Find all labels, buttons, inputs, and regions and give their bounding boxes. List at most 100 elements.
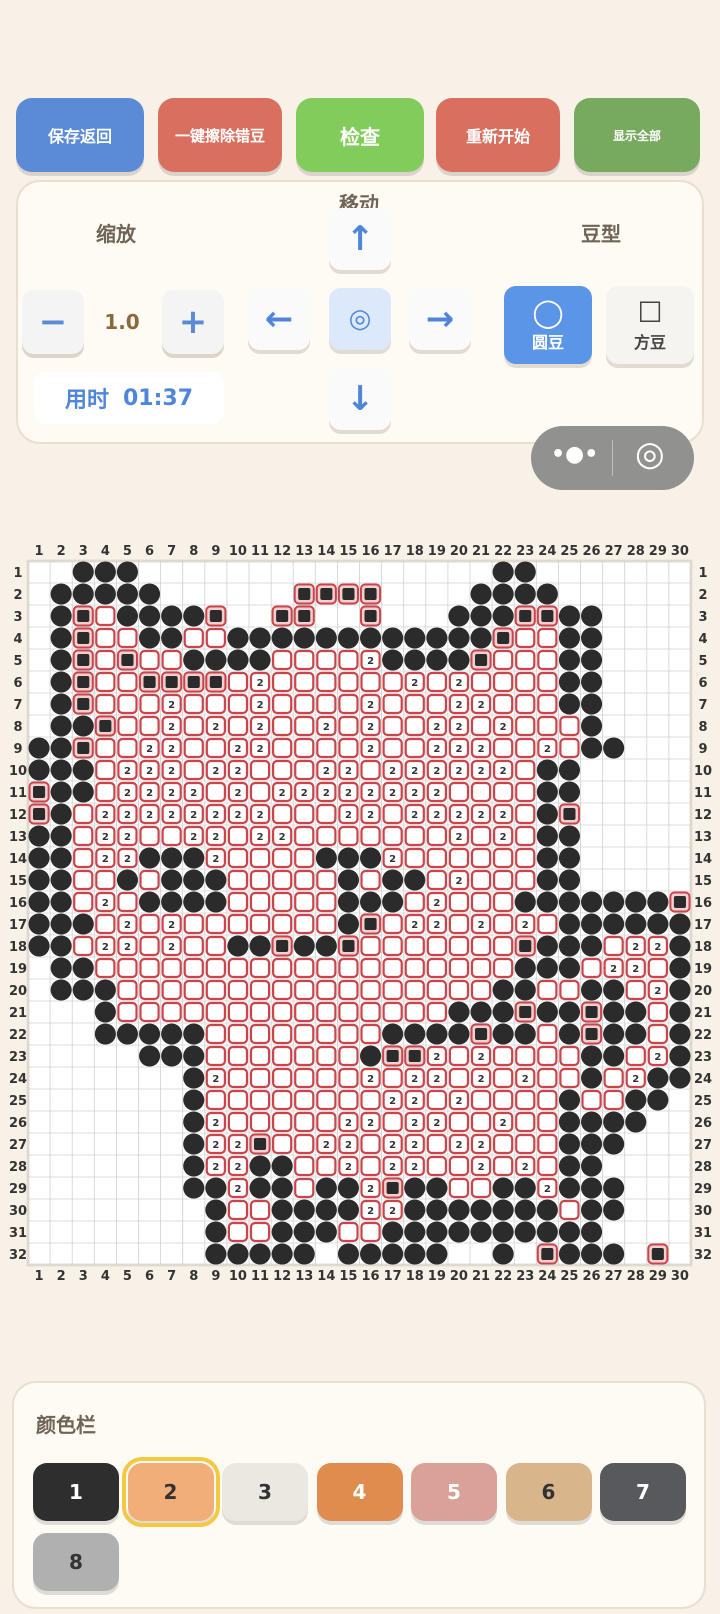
black-bead[interactable] <box>94 583 116 605</box>
black-bead[interactable] <box>161 1023 183 1045</box>
color-2-cell[interactable] <box>294 1177 315 1199</box>
black-bead[interactable] <box>536 803 558 825</box>
black-bead[interactable] <box>669 913 691 935</box>
black-bead[interactable] <box>581 1067 603 1089</box>
color-2-cell[interactable] <box>316 671 337 693</box>
color-2-cell[interactable] <box>316 1023 337 1045</box>
black-bead[interactable] <box>514 1221 536 1243</box>
black-bead[interactable] <box>337 1177 360 1199</box>
black-bead[interactable] <box>448 627 470 649</box>
color-2-cell[interactable] <box>448 1067 470 1089</box>
black-bead[interactable] <box>581 1045 603 1067</box>
color-2-cell[interactable] <box>183 1001 204 1023</box>
color-2-cell[interactable] <box>117 891 138 913</box>
black-bead[interactable] <box>28 737 50 759</box>
color-2-cell[interactable] <box>426 847 447 869</box>
color-2-cell[interactable] <box>294 957 315 979</box>
color-2-cell[interactable] <box>272 1023 293 1045</box>
color-2-cell[interactable] <box>426 1001 447 1023</box>
color-2-cell[interactable] <box>382 1067 403 1089</box>
color-2-cell[interactable] <box>227 1067 249 1089</box>
color-2-cell[interactable] <box>117 979 138 1001</box>
black-bead[interactable] <box>28 891 50 913</box>
color-2-cell[interactable] <box>95 759 116 781</box>
color-2-cell[interactable] <box>249 1089 271 1111</box>
black-bead[interactable] <box>603 1243 625 1265</box>
black-bead[interactable] <box>625 1023 647 1045</box>
color-2-cell[interactable] <box>382 803 403 825</box>
color-2-cell[interactable] <box>272 1001 293 1023</box>
color-2-cell[interactable] <box>205 935 227 957</box>
color-2-cell[interactable] <box>294 1111 315 1133</box>
black-bead[interactable] <box>161 627 183 649</box>
color-2-cell[interactable] <box>272 979 293 1001</box>
color-2-cell[interactable] <box>205 1089 227 1111</box>
black-bead[interactable] <box>50 935 72 957</box>
color-2-cell[interactable] <box>515 1045 536 1067</box>
black-bead[interactable] <box>382 869 404 891</box>
black-bead[interactable] <box>227 627 249 649</box>
black-bead[interactable] <box>581 605 603 627</box>
black-bead[interactable] <box>139 583 161 605</box>
move-right-button[interactable]: → <box>409 288 471 350</box>
black-bead[interactable] <box>28 913 50 935</box>
black-bead[interactable] <box>271 1199 293 1221</box>
color-2-cell[interactable] <box>603 1089 624 1111</box>
black-bead[interactable] <box>558 627 580 649</box>
color-2-cell[interactable] <box>117 957 138 979</box>
color-2-cell[interactable] <box>426 1089 447 1111</box>
color-2-cell[interactable] <box>272 847 293 869</box>
black-bead[interactable] <box>249 1155 271 1177</box>
color-2-cell[interactable] <box>493 1045 514 1067</box>
black-bead[interactable] <box>558 1111 580 1133</box>
black-bead[interactable] <box>625 1001 647 1023</box>
black-bead[interactable] <box>28 869 50 891</box>
black-bead[interactable] <box>360 627 382 649</box>
black-bead[interactable] <box>72 715 94 737</box>
black-bead[interactable] <box>183 847 205 869</box>
color-2-cell[interactable] <box>537 1111 558 1133</box>
black-bead[interactable] <box>581 1155 603 1177</box>
color-2-cell[interactable] <box>493 891 514 913</box>
black-bead[interactable] <box>492 605 514 627</box>
black-bead[interactable] <box>50 913 72 935</box>
erase-wrong-beans-button[interactable]: 一键擦除错豆 <box>158 98 282 172</box>
color-2-cell[interactable] <box>603 935 624 957</box>
color-2-cell[interactable] <box>316 737 337 759</box>
palette-color-8[interactable]: 8 <box>33 1533 119 1591</box>
black-bead[interactable] <box>536 1199 558 1221</box>
black-bead[interactable] <box>603 1023 625 1045</box>
color-2-cell[interactable] <box>448 935 470 957</box>
black-bead[interactable] <box>404 1221 426 1243</box>
color-2-cell[interactable] <box>249 1199 271 1221</box>
black-bead[interactable] <box>337 869 360 891</box>
black-bead[interactable] <box>603 913 625 935</box>
color-2-cell[interactable] <box>404 847 425 869</box>
color-2-cell[interactable] <box>117 693 138 715</box>
color-2-cell[interactable] <box>448 847 470 869</box>
black-bead[interactable] <box>227 1243 249 1265</box>
black-bead[interactable] <box>492 583 514 605</box>
black-bead[interactable] <box>404 1243 426 1265</box>
black-bead[interactable] <box>558 693 580 715</box>
black-bead[interactable] <box>558 671 580 693</box>
color-2-cell[interactable] <box>316 649 337 671</box>
black-bead[interactable] <box>492 1023 514 1045</box>
color-2-cell[interactable] <box>316 1155 337 1177</box>
black-bead[interactable] <box>647 1089 669 1111</box>
black-bead[interactable] <box>382 627 404 649</box>
color-2-cell[interactable] <box>227 1199 249 1221</box>
black-bead[interactable] <box>72 759 94 781</box>
black-bead[interactable] <box>315 847 337 869</box>
black-bead[interactable] <box>581 1221 603 1243</box>
color-2-cell[interactable] <box>294 649 315 671</box>
black-bead[interactable] <box>227 935 249 957</box>
color-2-cell[interactable] <box>205 957 227 979</box>
black-bead[interactable] <box>558 957 580 979</box>
black-bead[interactable] <box>492 1243 514 1265</box>
black-bead[interactable] <box>50 869 72 891</box>
black-bead[interactable] <box>360 1243 382 1265</box>
color-2-cell[interactable] <box>227 1111 249 1133</box>
black-bead[interactable] <box>28 759 50 781</box>
black-bead[interactable] <box>625 913 647 935</box>
